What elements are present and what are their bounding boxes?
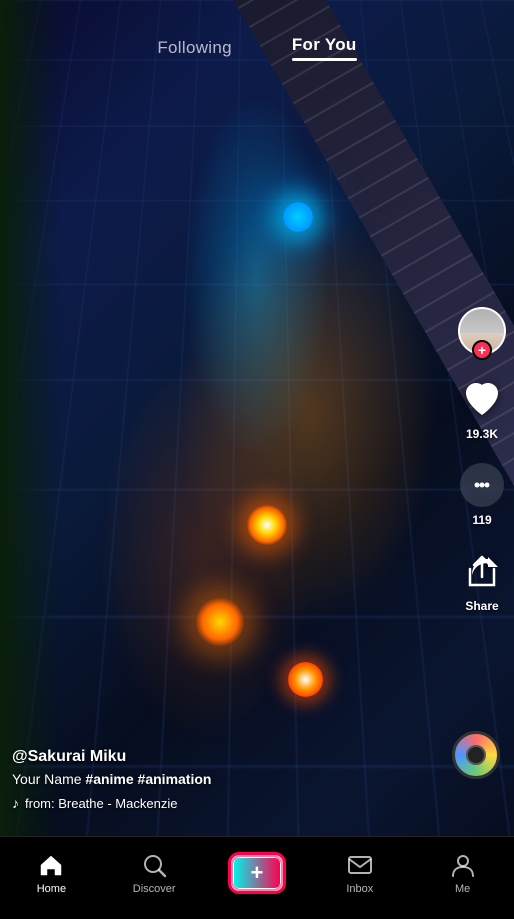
share-label: Share: [465, 599, 498, 613]
comment-icon: [469, 472, 495, 498]
heart-icon-wrap: [458, 375, 506, 423]
avatar-wrap: +: [458, 307, 506, 355]
inbox-icon: [346, 851, 374, 879]
explosion-1: [247, 505, 287, 545]
music-note-icon: ♪: [12, 795, 19, 811]
nav-me[interactable]: Me: [433, 851, 493, 895]
music-info[interactable]: ♪ from: Breathe - Mackenzie: [12, 795, 439, 811]
bottom-nav: Home Discover + Inbox: [0, 836, 514, 919]
profile-icon: [449, 851, 477, 879]
nav-create[interactable]: +: [227, 855, 287, 891]
caption-text: Your Name: [12, 771, 85, 787]
home-icon: [37, 851, 65, 879]
profile-avatar-btn[interactable]: +: [458, 307, 506, 355]
share-icon-wrap: [458, 547, 506, 595]
comment-bubble: [460, 463, 504, 507]
following-tab[interactable]: Following: [157, 38, 232, 58]
for-you-tab[interactable]: For You: [292, 35, 357, 61]
hashtags[interactable]: #anime #animation: [85, 771, 211, 787]
nav-discover[interactable]: Discover: [124, 851, 184, 895]
username[interactable]: @Sakurai Miku: [12, 748, 439, 766]
music-disc-inner: [466, 745, 486, 765]
nav-inbox[interactable]: Inbox: [330, 851, 390, 895]
share-icon: [460, 549, 504, 593]
like-count: 19.3K: [466, 427, 498, 441]
glowing-orb: [283, 202, 313, 232]
heart-icon: [460, 377, 504, 421]
avatar-hair: [460, 309, 504, 333]
comment-count: 119: [472, 513, 491, 527]
comment-btn[interactable]: 119: [458, 461, 506, 527]
like-btn[interactable]: 19.3K: [458, 375, 506, 441]
comment-icon-wrap: [458, 461, 506, 509]
home-label: Home: [37, 883, 66, 895]
discover-label: Discover: [133, 883, 176, 895]
right-actions: + 19.3K 119: [458, 307, 506, 613]
caption: Your Name #anime #animation: [12, 771, 439, 787]
music-scroll: from: Breathe - Mackenzie: [25, 796, 177, 811]
share-btn[interactable]: Share: [458, 547, 506, 613]
plus-icon: +: [251, 862, 264, 884]
top-nav: Following For You: [0, 0, 514, 80]
inbox-label: Inbox: [346, 883, 373, 895]
discover-icon: [140, 851, 168, 879]
nav-home[interactable]: Home: [21, 851, 81, 895]
me-label: Me: [455, 883, 470, 895]
create-button[interactable]: +: [231, 855, 283, 891]
music-text: from: Breathe - Mackenzie: [25, 796, 177, 811]
follow-plus-badge[interactable]: +: [472, 340, 492, 360]
explosion-3: [288, 662, 323, 697]
music-disc[interactable]: [452, 731, 500, 779]
user-info: @Sakurai Miku Your Name #anime #animatio…: [12, 748, 439, 811]
